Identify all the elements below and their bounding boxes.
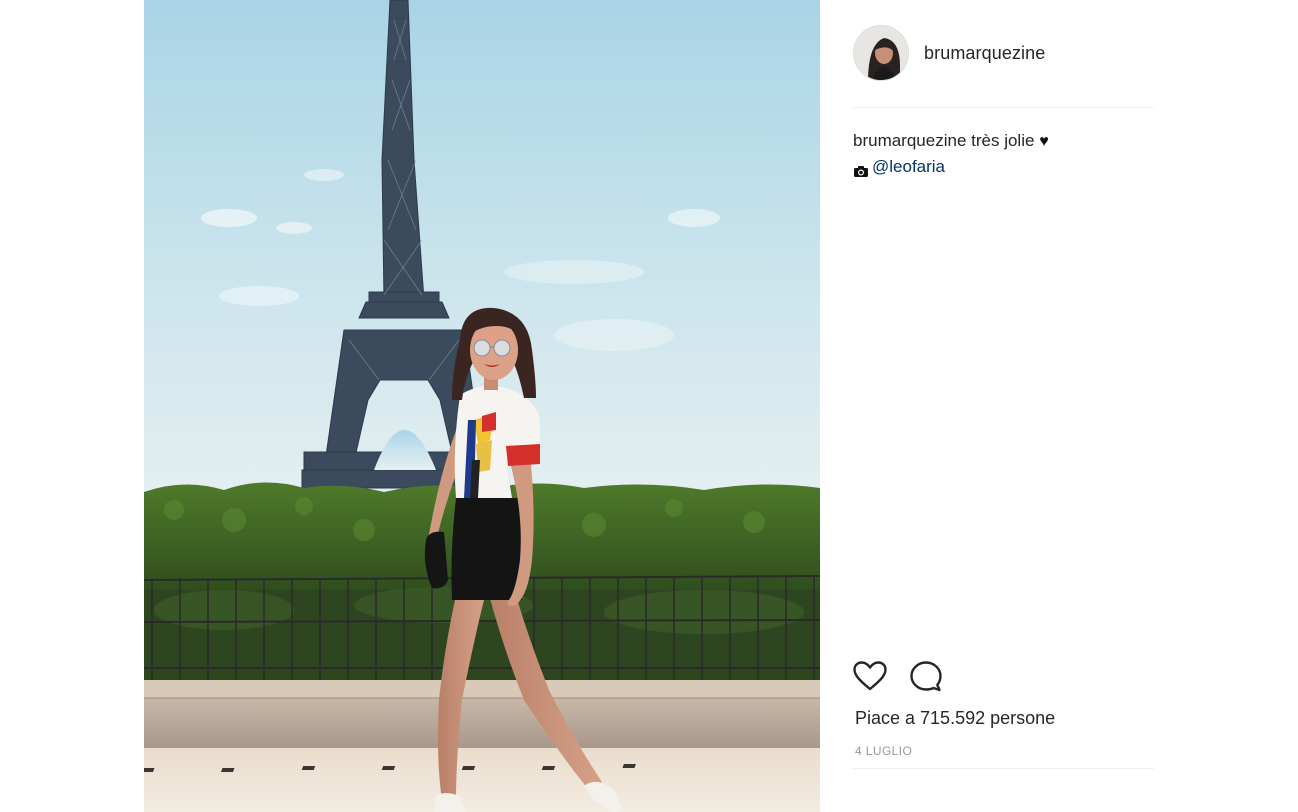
post-header: brumarquezine: [853, 24, 1154, 82]
caption-heart-icon: ♥: [1039, 133, 1049, 150]
instagram-post-page: brumarquezine brumarquezine très jolie ♥: [0, 0, 1298, 812]
caption-text: très jolie: [971, 131, 1035, 150]
footer-divider: [853, 768, 1154, 769]
caption-author[interactable]: brumarquezine: [853, 131, 966, 150]
likes-count[interactable]: Piace a 715.592 persone: [855, 708, 1055, 729]
post-date: 4 LUGLIO: [855, 744, 913, 758]
post-actions: [853, 660, 1154, 696]
post-caption: brumarquezine très jolie ♥ @leofaria: [853, 128, 1154, 179]
camera-icon: [853, 160, 869, 177]
post-photo[interactable]: [144, 0, 820, 812]
comment-bubble-icon: [909, 660, 943, 697]
avatar[interactable]: [853, 25, 909, 81]
heart-outline-icon: [853, 660, 887, 696]
like-button[interactable]: [853, 660, 889, 696]
caption-mention-link[interactable]: @leofaria: [872, 154, 945, 179]
header-divider: [853, 107, 1154, 108]
post-username[interactable]: brumarquezine: [924, 43, 1045, 64]
post-details-panel: brumarquezine brumarquezine très jolie ♥: [853, 0, 1154, 812]
comment-button[interactable]: [909, 660, 945, 696]
